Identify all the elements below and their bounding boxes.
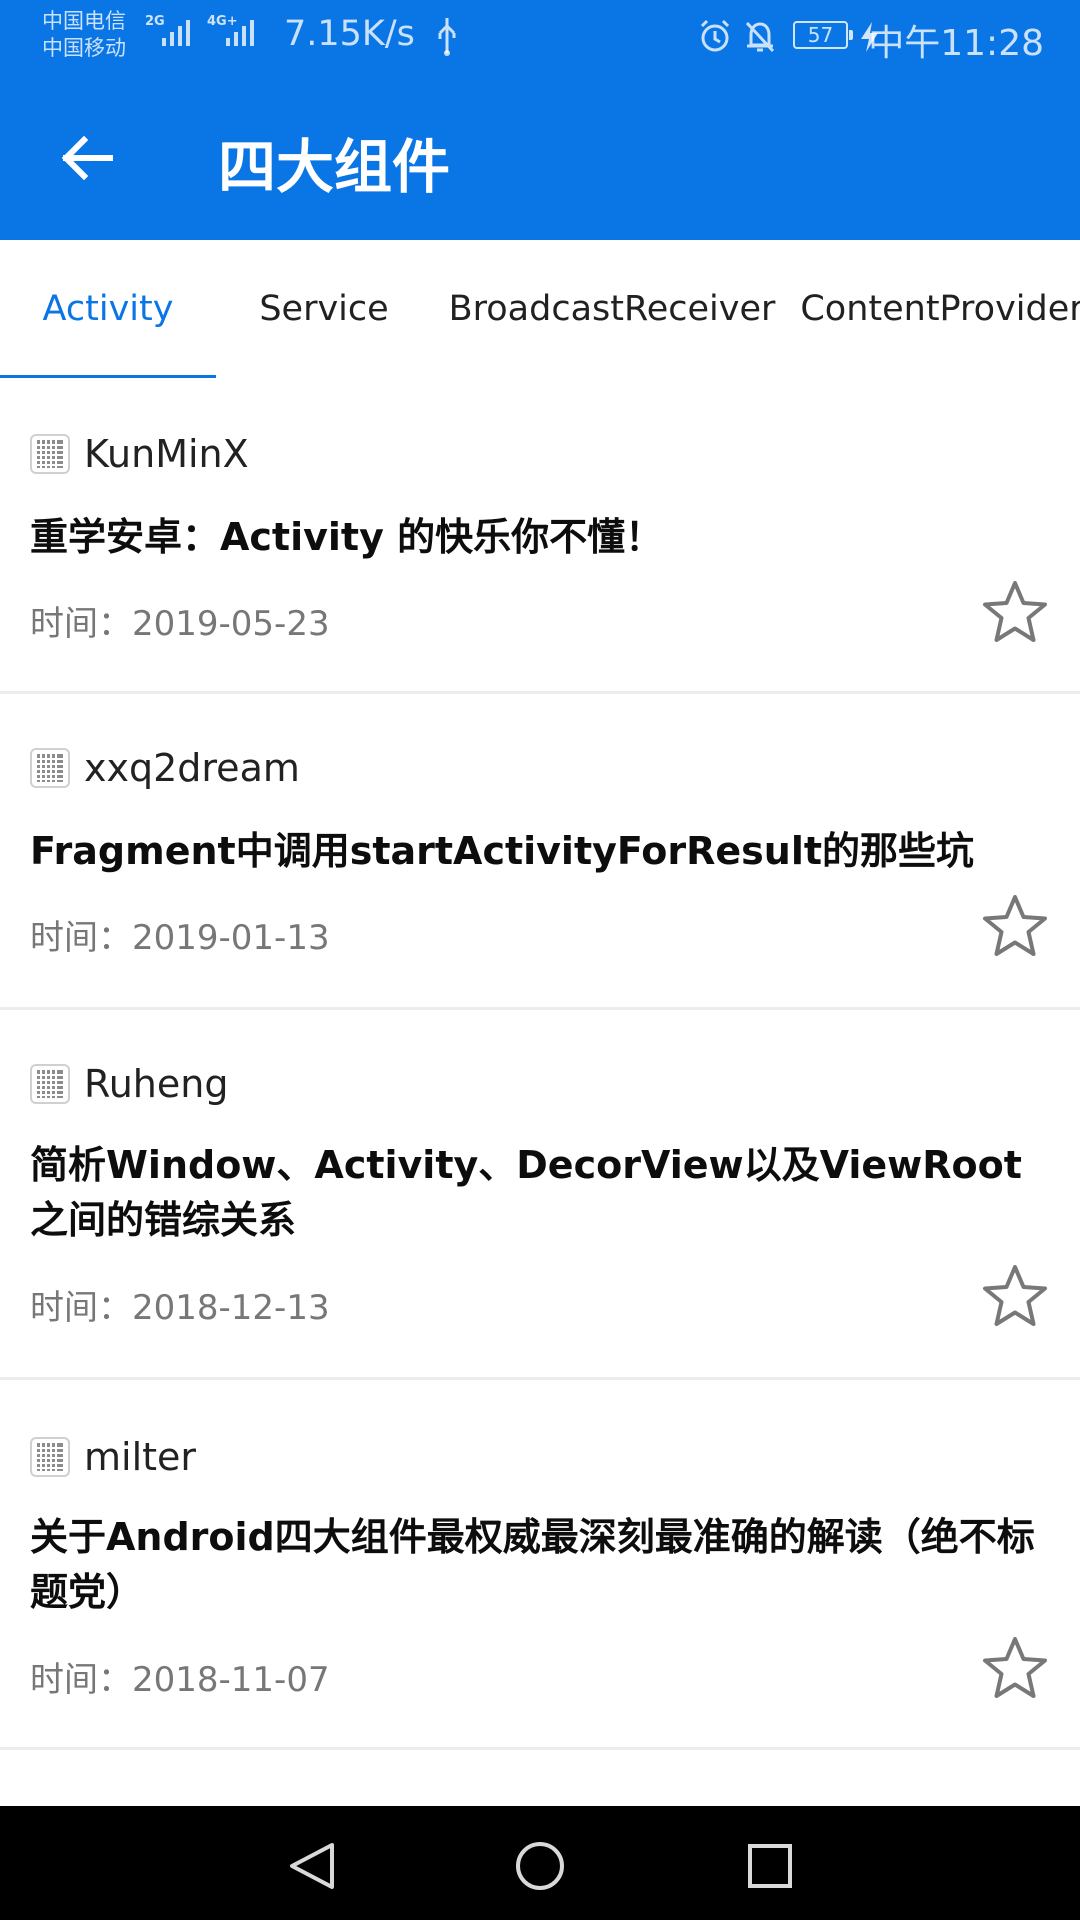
author-avatar <box>30 748 70 788</box>
carrier-names: 中国电信 中国移动 <box>42 8 126 62</box>
status-time: 中午11:28 <box>868 23 1044 64</box>
system-back-icon[interactable] <box>286 1840 338 1892</box>
article-card[interactable]: Ruheng 简析Window、Activity、DecorView以及View… <box>0 1010 1080 1380</box>
article-card[interactable]: KunMinX 重学安卓：Activity 的快乐你不懂！ 时间：2019-05… <box>0 378 1080 694</box>
tab-broadcastreceiver[interactable]: BroadcastReceiver <box>432 240 792 378</box>
network-speed: 7.15K/s <box>284 14 415 54</box>
carrier-name-2: 中国移动 <box>42 36 126 60</box>
article-card[interactable]: xxq2dream Fragment中调用startActivityForRes… <box>0 694 1080 1010</box>
back-arrow-icon[interactable] <box>52 122 124 194</box>
article-date: 时间：2019-05-23 <box>30 604 330 644</box>
carrier-name-1: 中国电信 <box>42 9 126 33</box>
author-row: KunMinX <box>30 432 249 476</box>
author-avatar <box>30 1064 70 1104</box>
alarm-icon <box>700 19 730 52</box>
signal-strength-icon-2 <box>226 20 254 46</box>
author-row: Ruheng <box>30 1062 228 1106</box>
article-date: 时间：2019-01-13 <box>30 918 330 958</box>
favorite-star-icon[interactable] <box>980 578 1050 648</box>
article-list: KunMinX 重学安卓：Activity 的快乐你不懂！ 时间：2019-05… <box>0 378 1080 1750</box>
author-name: Ruheng <box>84 1062 229 1106</box>
author-name: xxq2dream <box>84 746 300 790</box>
author-name: milter <box>84 1435 197 1479</box>
component-tabs: Activity Service BroadcastReceiver Conte… <box>0 240 1080 378</box>
system-recent-apps-icon[interactable] <box>746 1842 794 1890</box>
tab-service[interactable]: Service <box>216 240 432 378</box>
favorite-star-icon[interactable] <box>980 892 1050 962</box>
article-card[interactable]: milter 关于Android四大组件最权威最深刻最准确的解读（绝不标题党） … <box>0 1380 1080 1750</box>
article-title[interactable]: 重学安卓：Activity 的快乐你不懂！ <box>30 510 1045 565</box>
article-title[interactable]: 关于Android四大组件最权威最深刻最准确的解读（绝不标题党） <box>30 1510 1045 1620</box>
system-navigation-bar <box>0 1806 1080 1920</box>
tab-activity[interactable]: Activity <box>0 240 216 378</box>
system-home-icon[interactable] <box>514 1840 566 1892</box>
author-avatar <box>30 434 70 474</box>
favorite-star-icon[interactable] <box>980 1634 1050 1704</box>
battery-indicator: 57 <box>793 21 853 49</box>
mute-icon <box>745 21 775 53</box>
author-name: KunMinX <box>84 432 249 476</box>
page-title: 四大组件 <box>218 133 451 201</box>
article-title[interactable]: Fragment中调用startActivityForResult的那些坑 <box>30 824 1045 879</box>
author-row: xxq2dream <box>30 746 300 790</box>
author-row: milter <box>30 1435 196 1479</box>
article-date: 时间：2018-11-07 <box>30 1660 330 1700</box>
signal-strength-icon-1 <box>162 20 190 46</box>
article-date: 时间：2018-12-13 <box>30 1288 330 1328</box>
app-bar: 四大组件 <box>0 76 1080 240</box>
usb-icon <box>438 18 456 56</box>
tab-contentprovider[interactable]: ContentProvider <box>792 240 1080 378</box>
article-title[interactable]: 简析Window、Activity、DecorView以及ViewRoot之间的… <box>30 1138 1045 1248</box>
author-avatar <box>30 1437 70 1477</box>
status-bar: 中国电信 中国移动 2G 4G+ 7.15K/s 57 中午11:28 <box>0 0 1080 76</box>
favorite-star-icon[interactable] <box>980 1262 1050 1332</box>
